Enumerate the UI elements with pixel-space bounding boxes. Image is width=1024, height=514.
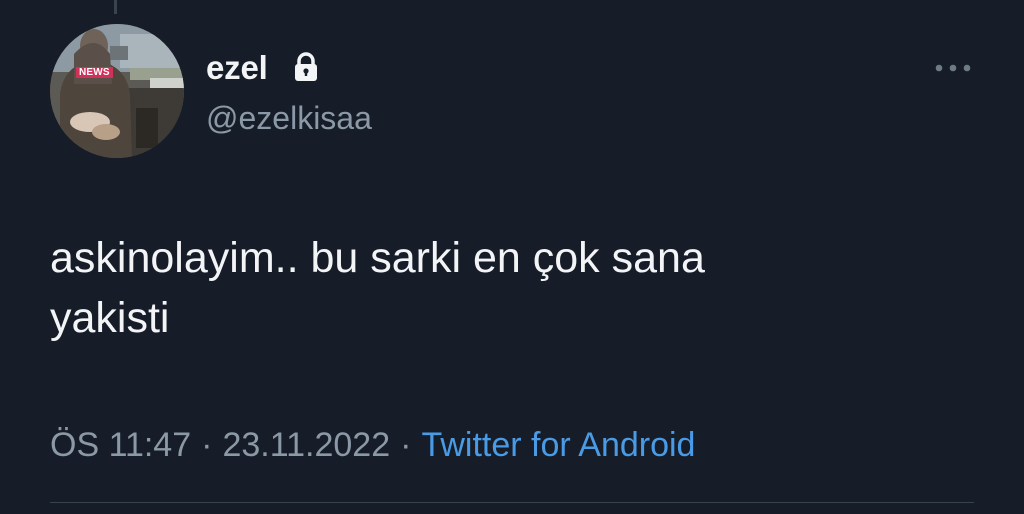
avatar[interactable]: NEWS: [50, 24, 184, 158]
lock-icon: [293, 52, 319, 82]
meta-separator: ·: [400, 426, 412, 464]
divider: [50, 502, 974, 503]
tweet-card: NEWS ezel @ezelkisaa askinolayim.. bu sa…: [0, 0, 1024, 514]
meta-separator: ·: [201, 426, 213, 464]
more-options-button[interactable]: [930, 56, 976, 80]
tweet-text: askinolayim.. bu sarki en çok sana yakis…: [50, 234, 705, 342]
news-badge: NEWS: [76, 67, 113, 78]
thread-connector-line: [114, 0, 117, 14]
display-name[interactable]: ezel: [206, 48, 268, 88]
tweet-meta: ÖS 11:47 · 23.11.2022 · Twitter for Android: [50, 425, 695, 465]
avatar-photo: [50, 24, 184, 158]
tweet-time[interactable]: ÖS 11:47: [50, 426, 191, 464]
more-horizontal-icon: [935, 64, 971, 72]
user-handle[interactable]: @ezelkisaa: [206, 98, 372, 138]
tweet-date[interactable]: 23.11.2022: [222, 426, 390, 464]
tweet-source-link[interactable]: Twitter for Android: [421, 426, 695, 464]
